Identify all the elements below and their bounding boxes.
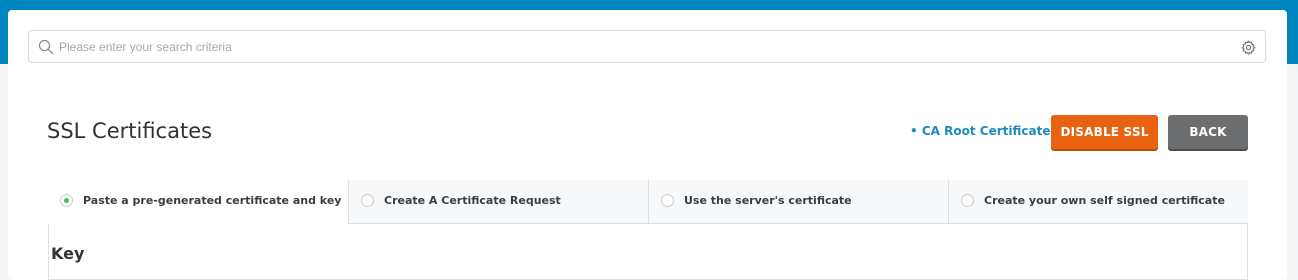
radio-icon[interactable] <box>661 194 674 207</box>
radio-selected-icon[interactable] <box>60 194 73 207</box>
tab-self-signed-certificate[interactable]: Create your own self signed certificate <box>948 180 1248 224</box>
back-button[interactable]: BACK <box>1168 115 1248 149</box>
ca-root-certificate-link[interactable]: • CA Root Certificate <box>910 124 1050 138</box>
tab-paste-certificate[interactable]: Paste a pre-generated certificate and ke… <box>48 180 348 224</box>
search-bar[interactable] <box>28 30 1266 63</box>
tab-label: Paste a pre-generated certificate and ke… <box>83 194 342 207</box>
disable-ssl-button[interactable]: DISABLE SSL <box>1051 115 1158 149</box>
radio-icon[interactable] <box>961 194 974 207</box>
certificate-option-tabs: Paste a pre-generated certificate and ke… <box>48 180 1248 280</box>
search-icon <box>38 39 54 55</box>
tab-use-server-certificate[interactable]: Use the server's certificate <box>648 180 948 224</box>
tab-create-certificate-request[interactable]: Create A Certificate Request <box>348 180 648 224</box>
page-title: SSL Certificates <box>47 119 213 143</box>
gear-icon[interactable] <box>1241 40 1256 55</box>
tab-label: Create A Certificate Request <box>384 194 561 207</box>
key-field-label: Key <box>51 244 85 263</box>
tab-label: Use the server's certificate <box>684 194 852 207</box>
radio-icon[interactable] <box>361 194 374 207</box>
tab-label: Create your own self signed certificate <box>984 194 1225 207</box>
search-input[interactable] <box>59 31 1229 62</box>
main-card: SSL Certificates • CA Root Certificate D… <box>8 10 1287 280</box>
